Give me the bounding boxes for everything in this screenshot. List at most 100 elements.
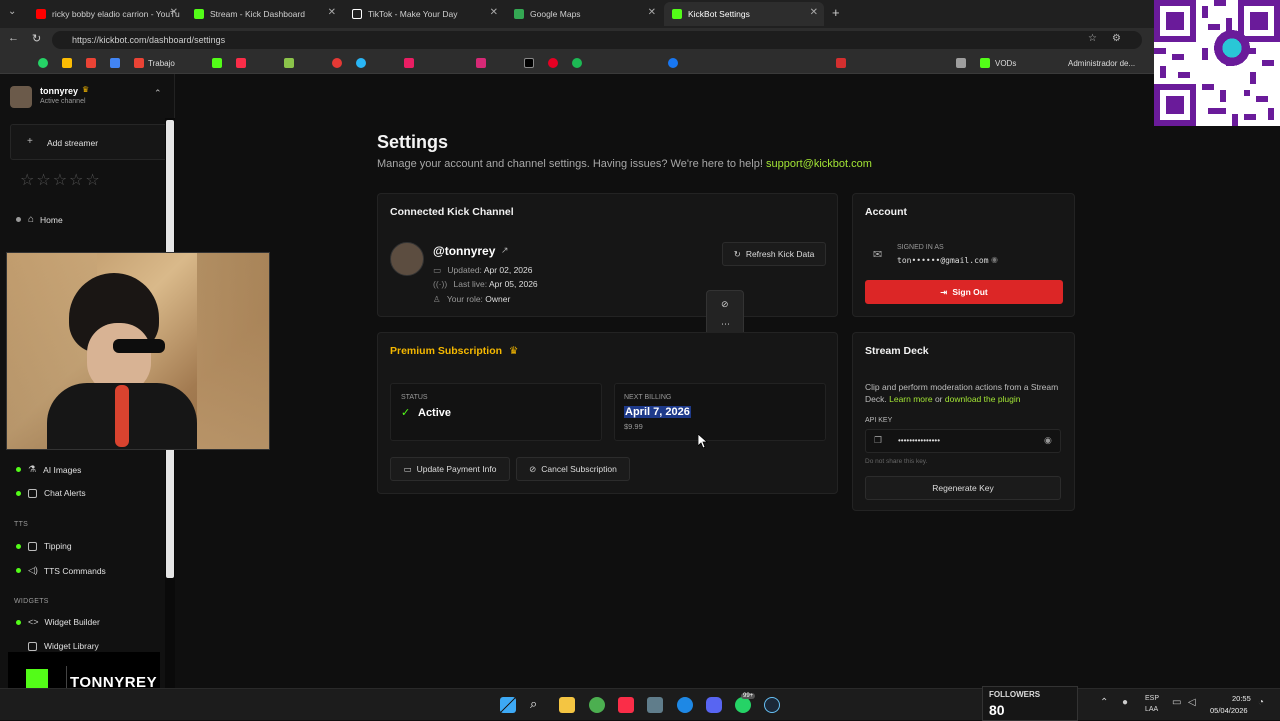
- home-icon: ⌂: [28, 214, 35, 225]
- api-key-field[interactable]: ❐ ••••••••••••••• ◉: [865, 429, 1061, 453]
- app-icon[interactable]: [647, 697, 663, 713]
- bookmark-icon[interactable]: [980, 58, 990, 68]
- spotify-icon[interactable]: [572, 58, 582, 68]
- regenerate-key-button[interactable]: Regenerate Key: [865, 476, 1061, 500]
- telegram-icon[interactable]: [356, 58, 366, 68]
- sidebar-item-tipping[interactable]: Tipping: [28, 541, 72, 551]
- bookmark-admin[interactable]: Administrador de...: [1068, 59, 1148, 68]
- music-icon[interactable]: [618, 697, 634, 713]
- hide-icon[interactable]: ⊘: [721, 299, 729, 310]
- x-icon[interactable]: [524, 58, 534, 68]
- tab-kickbot-settings[interactable]: KickBot Settings ✕: [664, 2, 824, 26]
- sidebar-item-widget-builder[interactable]: <> Widget Builder: [28, 617, 100, 627]
- back-icon[interactable]: ←: [8, 32, 19, 44]
- plus-icon: +: [27, 136, 33, 147]
- badge-icon: ♙: [433, 294, 441, 304]
- volume-icon[interactable]: ◁: [1188, 697, 1196, 708]
- sidebar-item-ai-images[interactable]: ⚗ AI Images: [28, 464, 81, 475]
- network-icon[interactable]: ▭: [1172, 697, 1181, 708]
- add-streamer-button[interactable]: + Add streamer: [10, 124, 168, 160]
- gmail-icon[interactable]: [86, 58, 96, 68]
- tab-menu-icon[interactable]: ⌄: [8, 6, 16, 17]
- wood-plank: [197, 253, 269, 449]
- bookmark-icon[interactable]: [404, 58, 414, 68]
- kick-icon[interactable]: [212, 58, 222, 68]
- close-icon[interactable]: ✕: [810, 7, 818, 18]
- sidebar-item-home[interactable]: ⌂ Home: [28, 214, 63, 225]
- more-icon[interactable]: ⋯: [721, 319, 730, 330]
- close-icon[interactable]: ✕: [170, 7, 178, 18]
- or-text: or: [934, 394, 943, 404]
- sidebar-item-widget-library[interactable]: Widget Library: [28, 641, 99, 651]
- instagram-icon[interactable]: [476, 58, 486, 68]
- clock-date[interactable]: 05/04/2026: [1210, 706, 1248, 715]
- card-title: Account: [865, 206, 907, 218]
- sidebar-item-label: Home: [40, 214, 63, 225]
- eye-icon[interactable]: ◉: [991, 255, 998, 264]
- bookmark-icon[interactable]: [284, 58, 294, 68]
- whatsapp-icon[interactable]: [735, 697, 751, 713]
- notifications-icon[interactable]: ◔: [1258, 697, 1264, 708]
- price: $9.99: [624, 422, 643, 431]
- red-vape: [115, 385, 129, 447]
- bookmark-icon[interactable]: [956, 58, 966, 68]
- tab-tiktok[interactable]: TikTok - Make Your Day ✕: [344, 2, 504, 26]
- download-plugin-link[interactable]: download the plugin: [945, 394, 1021, 404]
- windows-start-icon[interactable]: [500, 697, 516, 713]
- bookmark-trabajo[interactable]: Trabajo: [148, 59, 175, 68]
- eye-icon[interactable]: ◉: [1044, 435, 1052, 446]
- language-code[interactable]: ESP: [1145, 695, 1159, 702]
- steam-icon[interactable]: [764, 697, 780, 713]
- sidebar-item-label: Chat Alerts: [44, 488, 86, 498]
- chevron-up-icon[interactable]: ⌃: [1100, 697, 1108, 708]
- tab-google-maps[interactable]: Google Maps ✕: [506, 2, 662, 26]
- bookmark-icon[interactable]: [332, 58, 342, 68]
- sign-out-button[interactable]: ⇥ Sign Out: [865, 280, 1063, 304]
- extensions-icon[interactable]: ⚙: [1112, 33, 1121, 44]
- pinterest-icon[interactable]: [548, 58, 558, 68]
- drive-icon[interactable]: [62, 58, 72, 68]
- microphone-icon[interactable]: ●: [1122, 697, 1128, 708]
- chevron-up-icon[interactable]: ⌃: [154, 88, 162, 99]
- close-icon[interactable]: ✕: [328, 7, 336, 18]
- search-icon[interactable]: ⌕: [530, 696, 537, 712]
- user-switcher[interactable]: tonnyrey ♛ Active channel ⌃: [10, 84, 168, 110]
- music-icon[interactable]: [236, 58, 246, 68]
- status-dot: [16, 544, 21, 549]
- file-explorer-icon[interactable]: [559, 697, 575, 713]
- learn-more-link[interactable]: Learn more: [889, 394, 932, 404]
- url-text: https://kickbot.com/dashboard/settings: [72, 35, 226, 45]
- new-tab-icon[interactable]: +: [832, 5, 840, 20]
- edge-icon[interactable]: [677, 697, 693, 713]
- sidebar-item-label: AI Images: [43, 464, 82, 475]
- copy-icon[interactable]: ❐: [874, 435, 882, 446]
- refresh-kick-data-button[interactable]: ↻ Refresh Kick Data: [722, 242, 826, 266]
- tab-youtube[interactable]: ricky bobby eladio carrion - YouTu ✕: [28, 2, 184, 26]
- sidebar-item-chat-alerts[interactable]: Chat Alerts: [28, 488, 86, 498]
- facebook-icon[interactable]: [668, 58, 678, 68]
- url-field[interactable]: https://kickbot.com/dashboard/settings: [52, 31, 1142, 49]
- subtitle-text: Manage your account and channel settings…: [377, 158, 763, 170]
- cancel-subscription-button[interactable]: ⊘ Cancel Subscription: [516, 457, 630, 481]
- clock-time[interactable]: 20:55: [1232, 694, 1251, 703]
- role-label: Your role:: [446, 294, 483, 304]
- close-icon[interactable]: ✕: [490, 7, 498, 18]
- close-icon[interactable]: ✕: [648, 7, 656, 18]
- gmail-icon[interactable]: [134, 58, 144, 68]
- channel-handle[interactable]: @tonnyrey: [433, 244, 495, 258]
- bookmark-icon[interactable]: [836, 58, 846, 68]
- tab-kick-dashboard[interactable]: Stream - Kick Dashboard ✕: [186, 2, 342, 26]
- bookmark-vods[interactable]: VODs: [995, 59, 1016, 68]
- app-icon[interactable]: [589, 697, 605, 713]
- bookmark-icon[interactable]: [110, 58, 120, 68]
- star-rating[interactable]: ☆☆☆☆☆: [20, 170, 102, 190]
- discord-icon[interactable]: [706, 697, 722, 713]
- sidebar-item-tts-commands[interactable]: ◁) TTS Commands: [28, 565, 106, 576]
- support-email-link[interactable]: support@kickbot.com: [766, 158, 872, 170]
- external-link-icon[interactable]: ↗: [501, 245, 509, 256]
- update-payment-button[interactable]: ▭ Update Payment Info: [390, 457, 510, 481]
- whatsapp-icon[interactable]: [38, 58, 48, 68]
- kick-channel-card: Connected Kick Channel @tonnyrey ↗ ▭ Upd…: [377, 193, 838, 317]
- favorite-icon[interactable]: ☆: [1088, 33, 1097, 44]
- reload-icon[interactable]: ↻: [32, 32, 41, 45]
